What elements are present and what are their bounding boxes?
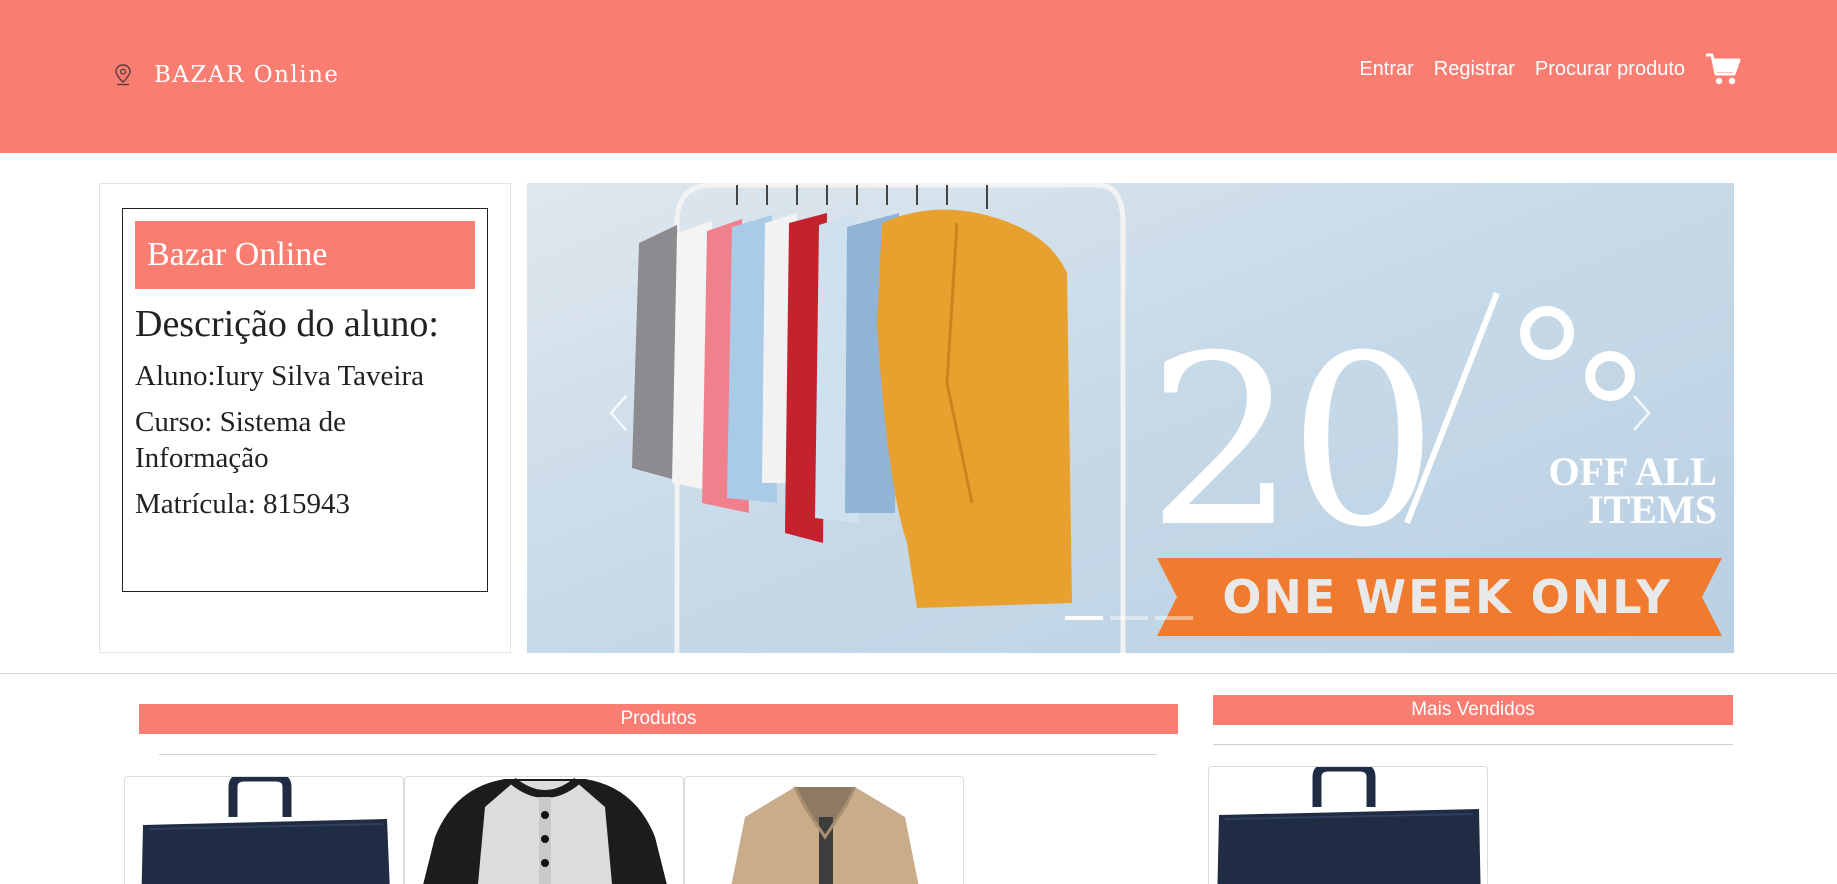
mais-vendidos-divider — [1213, 744, 1733, 745]
chevron-left-icon[interactable] — [606, 393, 630, 433]
navbar: BAZAR Online Entrar Registrar Procurar p… — [0, 0, 1837, 153]
student-name: Aluno:Iury Silva Taveira — [135, 360, 424, 392]
carousel-indicator-2[interactable] — [1110, 616, 1148, 620]
nav-links: Entrar Registrar Procurar produto — [1339, 52, 1741, 86]
brand-name[interactable]: BAZAR Online — [154, 62, 340, 88]
promo-off-line2: ITEMS — [1588, 487, 1717, 532]
shopping-cart-icon[interactable] — [1705, 52, 1741, 86]
svg-text:20: 20 — [1147, 306, 1430, 579]
student-registration: Matrícula: 815943 — [135, 488, 351, 520]
section-divider — [0, 673, 1837, 674]
produtos-divider — [159, 754, 1157, 755]
card-title: Bazar Online — [135, 221, 475, 289]
nav-registrar-link[interactable]: Registrar — [1434, 58, 1515, 81]
student-panel: Bazar Online Descrição do aluno: Aluno:I… — [99, 183, 511, 653]
mais-vendidos-section-title: Mais Vendidos — [1213, 695, 1733, 725]
backpack-image — [141, 777, 390, 884]
produtos-section-title: Produtos — [139, 704, 1178, 734]
carousel-indicators — [1065, 616, 1200, 620]
promo-one-week-text: ONE WEEK ONLY — [1222, 570, 1672, 624]
map-pin-icon — [115, 64, 131, 86]
best-seller-card-backpack[interactable] — [1208, 766, 1488, 884]
backpack-image — [1217, 767, 1481, 884]
promo-off-line1: OFF ALL — [1548, 449, 1717, 494]
product-card-backpack[interactable] — [124, 776, 404, 884]
jacket-image — [731, 786, 919, 884]
brand[interactable]: BAZAR Online — [114, 62, 340, 88]
carousel-indicator-3[interactable] — [1155, 616, 1193, 620]
student-course: Curso: Sistema de Informação — [135, 406, 347, 474]
carousel-indicator-1[interactable] — [1065, 616, 1103, 620]
product-card-raglan-shirt[interactable] — [404, 776, 684, 884]
promo-carousel[interactable]: 20 OFF ALL ITEMS ONE WEEK ONLY — [527, 183, 1734, 653]
raglan-shirt-image — [423, 777, 667, 884]
student-card: Bazar Online Descrição do aluno: Aluno:I… — [122, 208, 488, 592]
product-card-jacket[interactable] — [684, 776, 964, 884]
promo-off-text: OFF ALL ITEMS — [1547, 449, 1717, 532]
chevron-right-icon[interactable] — [1630, 393, 1654, 433]
nav-procurar-produto-link[interactable]: Procurar produto — [1535, 58, 1685, 81]
student-description-heading: Descrição do aluno: — [135, 303, 439, 345]
nav-entrar-link[interactable]: Entrar — [1359, 58, 1413, 81]
